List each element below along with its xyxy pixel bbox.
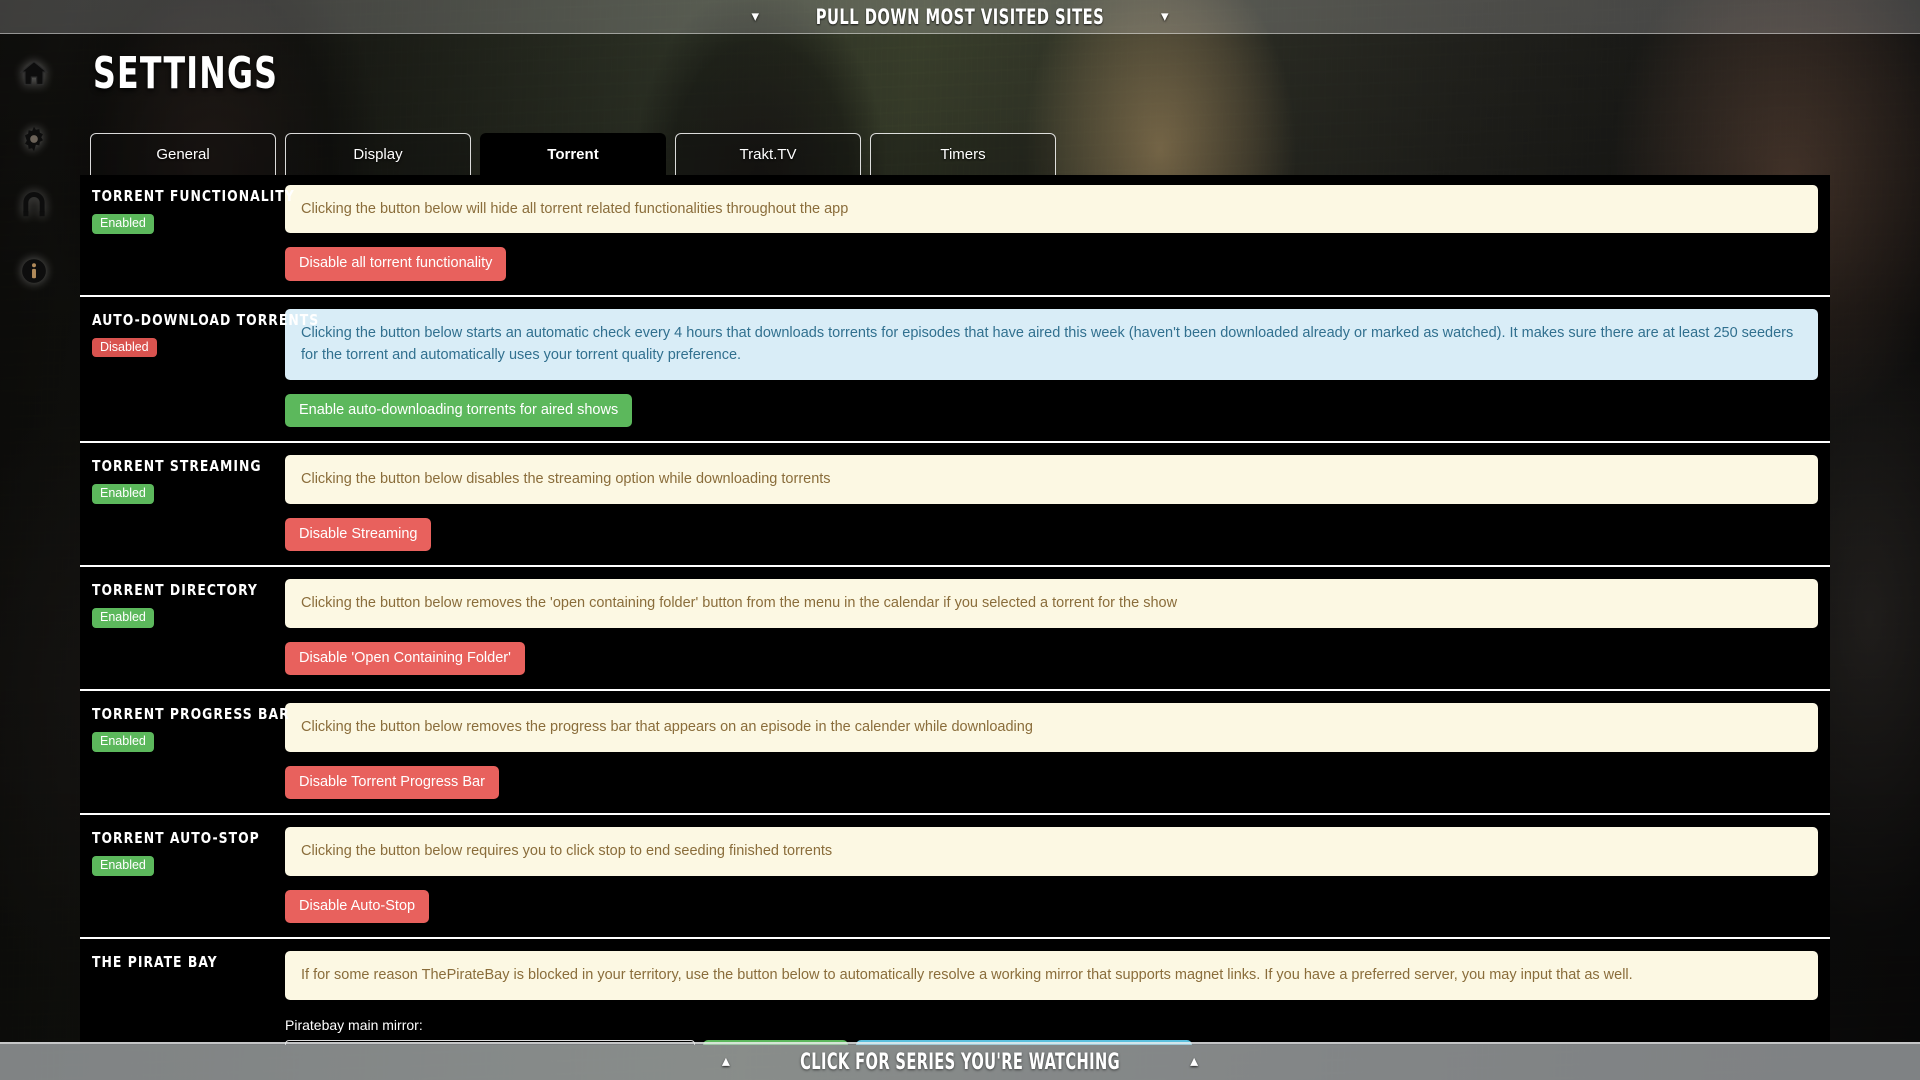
- status-badge: Disabled: [92, 337, 157, 358]
- chevron-up-icon-right: ▴: [1190, 1053, 1199, 1070]
- info-icon[interactable]: [17, 254, 51, 288]
- tab-timers[interactable]: Timers: [870, 133, 1056, 175]
- section-meta: Auto-Download Torrents Disabled: [80, 309, 320, 358]
- section-body: Clicking the button below removes the pr…: [285, 703, 1830, 800]
- bottombar-label: CLICK FOR SERIES YOU'RE WATCHING: [800, 1049, 1120, 1075]
- section-torrent-progress-bar: Torrent Progress Bar Enabled Clicking th…: [80, 689, 1830, 813]
- gear-icon[interactable]: [17, 122, 51, 156]
- enable-auto-downloading-button[interactable]: Enable auto-downloading torrents for air…: [285, 393, 633, 428]
- chevron-down-icon-left: ▾: [751, 8, 760, 25]
- tab-general-label: General: [156, 146, 210, 163]
- section-title: Torrent Directory: [92, 581, 258, 600]
- section-meta: Torrent Progress Bar Enabled: [80, 703, 290, 752]
- tab-torrent-label: Torrent: [547, 146, 599, 163]
- section-description: Clicking the button below disables the s…: [285, 455, 1818, 504]
- status-badge: Enabled: [92, 608, 154, 628]
- piratebay-mirror-label: Piratebay main mirror:: [285, 1016, 423, 1033]
- section-body: Clicking the button below will hide all …: [285, 185, 1830, 281]
- section-description: Clicking the button below removes the pr…: [285, 703, 1818, 752]
- tab-general[interactable]: General: [90, 133, 276, 175]
- section-description: If for some reason ThePirateBay is block…: [285, 951, 1818, 1000]
- section-title: Torrent Streaming: [92, 457, 262, 476]
- magnet-icon[interactable]: [17, 188, 51, 222]
- section-body: Clicking the button below disables the s…: [285, 455, 1830, 552]
- section-description: Clicking the button below removes the 'o…: [285, 579, 1818, 628]
- section-body: If for some reason ThePirateBay is block…: [285, 951, 1830, 1045]
- section-description: Clicking the button below starts an auto…: [285, 308, 1818, 380]
- section-title: Torrent Functionality: [92, 187, 295, 205]
- chevron-down-icon-right: ▾: [1160, 8, 1169, 25]
- section-title: Auto-Download Torrents: [92, 310, 320, 329]
- tab-torrent[interactable]: Torrent: [480, 133, 666, 175]
- disable-streaming-button[interactable]: Disable Streaming: [285, 517, 432, 552]
- disable-torrent-progress-bar-button[interactable]: Disable Torrent Progress Bar: [285, 765, 499, 800]
- section-torrent-streaming: Torrent Streaming Enabled Clicking the b…: [80, 441, 1830, 565]
- click-for-series-youre-watching-bar[interactable]: ▴ CLICK FOR SERIES YOU'RE WATCHING ▴: [0, 1042, 1920, 1080]
- section-meta: The Pirate Bay: [80, 951, 285, 971]
- section-auto-download-torrents: Auto-Download Torrents Disabled Clicking…: [80, 294, 1830, 441]
- status-badge: Enabled: [92, 856, 154, 876]
- section-body: Clicking the button below starts an auto…: [285, 308, 1830, 428]
- section-torrent-directory: Torrent Directory Enabled Clicking the b…: [80, 565, 1830, 689]
- sidebar-rail: [0, 34, 68, 1042]
- settings-tabs: General Display Torrent Trakt.TV Timers: [90, 133, 1056, 175]
- disable-all-torrent-functionality-button[interactable]: Disable all torrent functionality: [285, 247, 507, 281]
- section-title: Torrent Auto-Stop: [92, 829, 260, 848]
- topbar-label: PULL DOWN MOST VISITED SITES: [815, 4, 1105, 29]
- tab-display-label: Display: [353, 146, 403, 163]
- status-badge: Enabled: [92, 214, 154, 234]
- section-the-pirate-bay: The Pirate Bay If for some reason ThePir…: [80, 937, 1830, 1045]
- status-badge: Enabled: [92, 732, 154, 752]
- section-description: Clicking the button below requires you t…: [285, 827, 1818, 876]
- status-badge: Enabled: [92, 484, 154, 504]
- section-description: Clicking the button below will hide all …: [285, 185, 1818, 234]
- section-meta: Torrent Auto-Stop Enabled: [80, 827, 285, 876]
- section-title: The Pirate Bay: [92, 953, 218, 972]
- chevron-up-icon-left: ▴: [721, 1053, 730, 1070]
- section-body: Clicking the button below removes the 'o…: [285, 579, 1830, 676]
- home-icon[interactable]: [17, 56, 51, 90]
- tab-timers-label: Timers: [940, 146, 986, 163]
- section-meta: Torrent Directory Enabled: [80, 579, 285, 628]
- section-torrent-functionality: Torrent Functionality Enabled Clicking t…: [80, 175, 1830, 295]
- settings-panel: Torrent Functionality Enabled Clicking t…: [80, 175, 1830, 1045]
- tab-display[interactable]: Display: [285, 133, 471, 175]
- section-torrent-auto-stop: Torrent Auto-Stop Enabled Clicking the b…: [80, 813, 1830, 937]
- page-title: Settings: [93, 48, 279, 99]
- section-meta: Torrent Functionality Enabled: [80, 185, 295, 234]
- tab-trakt-tv-label: Trakt.TV: [739, 146, 797, 163]
- disable-auto-stop-button[interactable]: Disable Auto-Stop: [285, 889, 430, 924]
- section-body: Clicking the button below requires you t…: [285, 827, 1830, 924]
- disable-open-containing-folder-button[interactable]: Disable 'Open Containing Folder': [285, 641, 525, 676]
- section-meta: Torrent Streaming Enabled: [80, 455, 285, 504]
- pull-down-most-visited-sites-bar[interactable]: ▾ PULL DOWN MOST VISITED SITES ▾: [0, 0, 1920, 34]
- tab-trakt-tv[interactable]: Trakt.TV: [675, 133, 861, 175]
- section-title: Torrent Progress Bar: [92, 705, 290, 724]
- app-root: ▾ PULL DOWN MOST VISITED SITES ▾ SETTING…: [0, 0, 1920, 1080]
